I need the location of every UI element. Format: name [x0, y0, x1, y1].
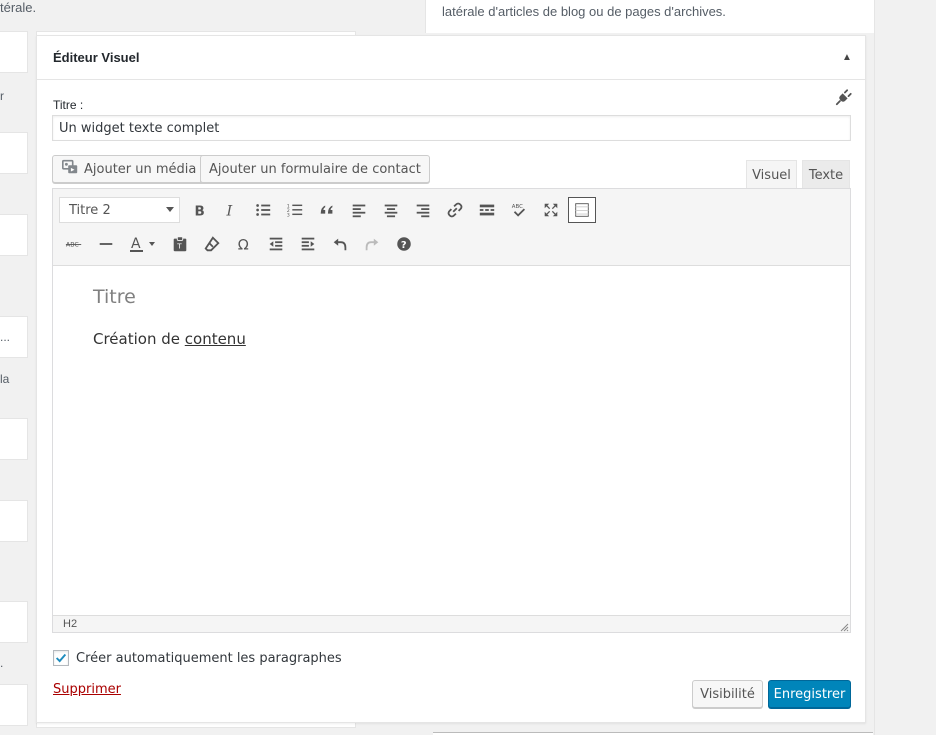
horizontal-line-icon[interactable] — [91, 230, 121, 258]
svg-text:ABC: ABC — [512, 204, 523, 210]
background-panel-text: latérale d'articles de blog ou de pages … — [442, 4, 726, 19]
background-left-stub[interactable] — [0, 418, 28, 460]
svg-text:ABC: ABC — [66, 242, 80, 249]
plugin-icon[interactable] — [835, 88, 853, 106]
background-left-stub[interactable] — [0, 214, 28, 256]
background-left-text: r — [0, 89, 4, 103]
editor-toolbar: Titre 2 B I 123 ABC ABC A T Ω ? — [53, 189, 850, 266]
svg-text:A: A — [131, 236, 141, 252]
element-path[interactable]: H2 — [63, 618, 77, 630]
spellcheck-icon[interactable]: ABC — [504, 196, 534, 224]
background-left-text: . — [0, 656, 4, 670]
background-left-stub[interactable] — [0, 684, 28, 726]
bold-icon[interactable]: B — [184, 196, 214, 224]
save-button[interactable]: Enregistrer — [768, 680, 851, 708]
add-contact-form-button[interactable]: Ajouter un formulaire de contact — [200, 155, 430, 183]
widget-title: Éditeur Visuel — [53, 50, 140, 65]
visual-editor-widget: Éditeur Visuel ▲ Titre : Ajouter un médi… — [36, 35, 866, 723]
bullet-list-icon[interactable] — [248, 196, 278, 224]
svg-text:I: I — [226, 203, 233, 219]
background-text-fragment: térale. — [0, 0, 37, 15]
undo-icon[interactable] — [325, 230, 355, 258]
svg-text:?: ? — [401, 240, 407, 251]
tab-visual[interactable]: Visuel — [746, 160, 797, 190]
special-character-icon[interactable]: Ω — [229, 230, 259, 258]
help-icon[interactable]: ? — [389, 230, 419, 258]
background-left-stub[interactable] — [0, 132, 28, 174]
format-select[interactable]: Titre 2 — [59, 197, 180, 223]
align-center-icon[interactable] — [376, 196, 406, 224]
widget-header[interactable]: Éditeur Visuel ▲ — [37, 36, 865, 80]
background-right-panel: latérale d'articles de blog ou de pages … — [425, 0, 875, 33]
paragraph-text: Création de — [93, 330, 185, 348]
blockquote-icon[interactable] — [312, 196, 342, 224]
delete-link[interactable]: Supprimer — [53, 682, 121, 697]
collapse-toggle-icon[interactable]: ▲ — [839, 50, 855, 66]
redo-icon[interactable] — [357, 230, 387, 258]
toolbar-row-1: Titre 2 B I 123 ABC — [59, 196, 598, 224]
editor-content-area[interactable]: Titre Création de contenu — [53, 266, 850, 615]
paste-text-icon[interactable]: T — [165, 230, 195, 258]
content-paragraph[interactable]: Création de contenu — [93, 330, 246, 348]
format-select-value: Titre 2 — [69, 202, 111, 218]
background-right-strip — [874, 0, 936, 735]
svg-text:Ω: Ω — [238, 237, 249, 253]
svg-text:T: T — [176, 242, 182, 251]
add-media-button[interactable]: Ajouter un média — [52, 155, 206, 183]
italic-icon[interactable]: I — [216, 196, 246, 224]
link-icon[interactable] — [440, 196, 470, 224]
svg-text:B: B — [195, 203, 205, 219]
content-link[interactable]: contenu — [185, 330, 246, 348]
strikethrough-icon[interactable]: ABC — [59, 230, 89, 258]
title-input[interactable] — [52, 115, 851, 141]
editor-statusbar: H2 — [53, 615, 850, 632]
tab-text[interactable]: Texte — [802, 160, 850, 189]
visibility-button[interactable]: Visibilité — [692, 680, 763, 708]
align-right-icon[interactable] — [408, 196, 438, 224]
auto-paragraph-label[interactable]: Créer automatiquement les paragraphes — [76, 651, 342, 666]
checkmark-icon — [55, 653, 67, 663]
svg-text:3: 3 — [287, 212, 290, 218]
toolbar-toggle-icon[interactable] — [568, 197, 596, 223]
background-left-stub[interactable] — [0, 31, 28, 73]
resize-handle-icon[interactable] — [839, 621, 849, 632]
content-heading[interactable]: Titre — [93, 286, 136, 308]
background-left-stub[interactable] — [0, 601, 28, 643]
outdent-icon[interactable] — [261, 230, 291, 258]
text-color-icon[interactable]: A — [123, 230, 163, 258]
auto-paragraph-option: Créer automatiquement les paragraphes — [53, 650, 342, 666]
media-icon — [61, 158, 79, 180]
title-label: Titre : — [53, 98, 84, 112]
auto-paragraph-checkbox[interactable] — [53, 650, 69, 666]
background-left-text: la — [0, 372, 10, 386]
add-media-label: Ajouter un média — [84, 161, 197, 177]
numbered-list-icon[interactable]: 123 — [280, 196, 310, 224]
background-left-text: ... — [0, 330, 11, 344]
align-left-icon[interactable] — [344, 196, 374, 224]
indent-icon[interactable] — [293, 230, 323, 258]
tinymce-editor: Titre 2 B I 123 ABC ABC A T Ω ? Titre Cr… — [52, 188, 851, 633]
background-left-stub[interactable] — [0, 500, 28, 542]
chevron-down-icon — [165, 203, 175, 218]
clear-formatting-icon[interactable] — [197, 230, 227, 258]
toolbar-row-2: ABC A T Ω ? — [59, 230, 421, 258]
read-more-icon[interactable] — [472, 196, 502, 224]
fullscreen-icon[interactable] — [536, 196, 566, 224]
